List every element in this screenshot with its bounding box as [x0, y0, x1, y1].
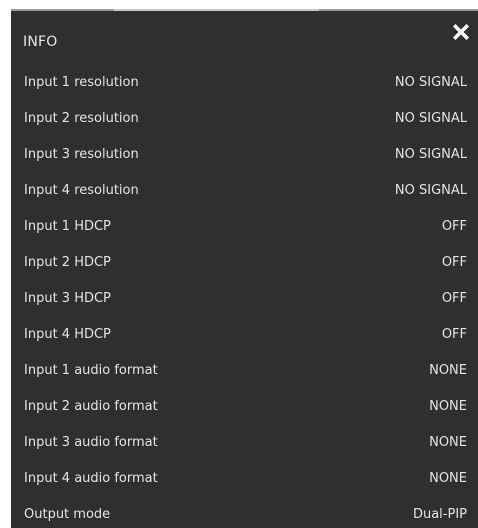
row-value: NO SIGNAL [394, 146, 467, 162]
row-label: Input 4 audio format [24, 470, 158, 486]
info-row-input-2-audio-format: Input 2 audio format NONE [11, 388, 478, 424]
row-label: Input 2 HDCP [24, 254, 111, 270]
row-value: NO SIGNAL [394, 110, 467, 126]
row-label: Input 1 resolution [24, 74, 139, 90]
row-value: NONE [429, 434, 467, 450]
close-icon [452, 23, 470, 41]
row-value: OFF [441, 254, 467, 270]
panel-title: INFO [23, 34, 58, 50]
row-value: OFF [441, 218, 467, 234]
row-value: NONE [429, 362, 467, 378]
row-label: Input 1 HDCP [24, 218, 111, 234]
info-row-input-4-hdcp: Input 4 HDCP OFF [11, 316, 478, 352]
info-row-output-mode: Output mode Dual-PIP [11, 496, 478, 528]
row-label: Input 3 audio format [24, 434, 158, 450]
info-row-input-2-hdcp: Input 2 HDCP OFF [11, 244, 478, 280]
row-value: OFF [441, 326, 467, 342]
info-row-input-3-audio-format: Input 3 audio format NONE [11, 424, 478, 460]
row-value: NO SIGNAL [394, 182, 467, 198]
info-row-input-3-hdcp: Input 3 HDCP OFF [11, 280, 478, 316]
row-value: NONE [429, 398, 467, 414]
info-row-input-1-audio-format: Input 1 audio format NONE [11, 352, 478, 388]
info-row-input-3-resolution: Input 3 resolution NO SIGNAL [11, 136, 478, 172]
info-panel: INFO Input 1 resolution NO SIGNAL Input … [11, 9, 478, 528]
row-label: Input 2 audio format [24, 398, 158, 414]
row-label: Input 3 HDCP [24, 290, 111, 306]
info-row-input-4-resolution: Input 4 resolution NO SIGNAL [11, 172, 478, 208]
row-value: NONE [429, 470, 467, 486]
row-label: Input 4 resolution [24, 182, 139, 198]
info-row-input-4-audio-format: Input 4 audio format NONE [11, 460, 478, 496]
row-value: OFF [441, 290, 467, 306]
info-row-input-2-resolution: Input 2 resolution NO SIGNAL [11, 100, 478, 136]
info-rows: Input 1 resolution NO SIGNAL Input 2 res… [11, 64, 478, 528]
close-button[interactable] [452, 23, 470, 41]
row-label: Input 2 resolution [24, 110, 139, 126]
row-label: Output mode [24, 506, 111, 522]
panel-top-strip [11, 9, 478, 11]
row-value: NO SIGNAL [394, 74, 467, 90]
row-label: Input 4 HDCP [24, 326, 111, 342]
info-row-input-1-hdcp: Input 1 HDCP OFF [11, 208, 478, 244]
row-label: Input 3 resolution [24, 146, 139, 162]
row-value: Dual-PIP [412, 506, 467, 522]
info-row-input-1-resolution: Input 1 resolution NO SIGNAL [11, 64, 478, 100]
row-label: Input 1 audio format [24, 362, 158, 378]
